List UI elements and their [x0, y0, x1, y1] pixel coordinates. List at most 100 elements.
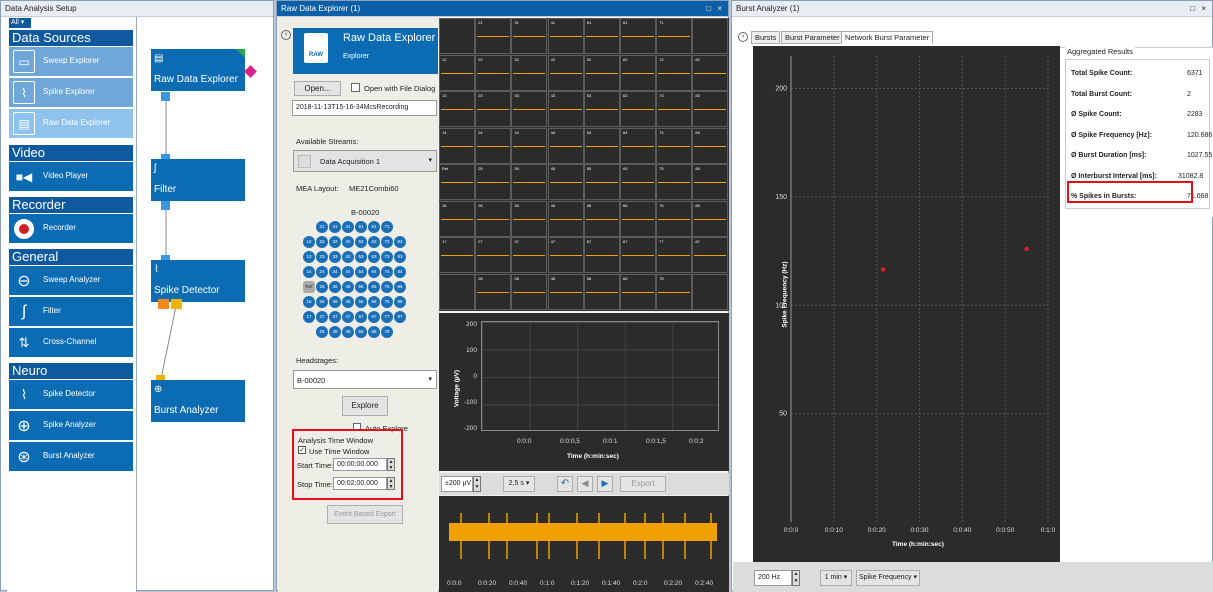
channel-cell[interactable]: 54 — [583, 127, 620, 164]
channel-cell[interactable]: 23 — [475, 91, 512, 127]
channel-cell[interactable]: 83 — [692, 91, 729, 127]
undo-button[interactable]: ↶ — [557, 476, 573, 492]
electrode[interactable]: 85 — [394, 281, 406, 293]
electrode[interactable]: 75 — [381, 281, 393, 293]
electrode[interactable]: 58 — [355, 326, 367, 338]
electrode[interactable]: 21 — [316, 221, 328, 233]
electrode[interactable]: 45 — [342, 281, 354, 293]
channel-cell[interactable] — [439, 18, 475, 54]
collapse-arrow-icon[interactable]: ‹ — [281, 30, 291, 40]
channel-cell[interactable]: 41 — [547, 18, 584, 54]
electrode[interactable]: 23 — [316, 251, 328, 263]
tab-bursts[interactable]: Bursts — [751, 31, 781, 44]
channel-cell[interactable]: 36 — [511, 200, 548, 237]
frequency-field[interactable]: 200 Hz — [754, 570, 792, 586]
electrode[interactable]: 33 — [329, 251, 341, 263]
file-name-field[interactable]: 2018-11-13T15-16-34McsRecording — [292, 100, 437, 116]
channel-cell[interactable]: 35 — [511, 164, 548, 200]
electrode[interactable]: 13 — [303, 251, 315, 263]
electrode[interactable]: 34 — [329, 266, 341, 278]
channel-cell[interactable]: 48 — [547, 273, 584, 310]
channel-cell[interactable]: 52 — [583, 54, 620, 91]
electrode[interactable]: 35 — [329, 281, 341, 293]
channel-cell[interactable]: 75 — [656, 164, 693, 200]
electrode[interactable]: 36 — [329, 296, 341, 308]
channel-cell[interactable]: 72 — [656, 54, 693, 91]
electrode[interactable]: 52 — [355, 236, 367, 248]
electrode[interactable]: 82 — [394, 236, 406, 248]
workflow-node-spike-detector[interactable]: ⌇ Spike Detector — [151, 260, 245, 302]
electrode[interactable]: 17 — [303, 311, 315, 323]
electrode[interactable]: 87 — [394, 311, 406, 323]
channel-cell[interactable]: 34 — [511, 127, 548, 164]
channel-cell[interactable]: 78 — [656, 273, 693, 310]
stop-time-field[interactable]: 00:02:00.000 — [333, 477, 387, 490]
electrode[interactable]: 56 — [355, 296, 367, 308]
channel-cell[interactable]: 56 — [583, 200, 620, 237]
electrode[interactable]: 83 — [394, 251, 406, 263]
channel-cell[interactable]: 55 — [583, 164, 620, 200]
electrode[interactable]: 78 — [381, 326, 393, 338]
channel-cell[interactable]: 44 — [547, 127, 584, 164]
electrode[interactable]: 42 — [342, 236, 354, 248]
channel-cell[interactable]: 43 — [547, 91, 584, 127]
node-output-port[interactable] — [161, 92, 170, 101]
electrode[interactable]: 31 — [329, 221, 341, 233]
channel-cell[interactable]: 86 — [692, 200, 729, 237]
electrode[interactable]: 67 — [368, 311, 380, 323]
channel-cell[interactable]: 42 — [547, 54, 584, 91]
open-with-dialog-checkbox[interactable] — [351, 83, 360, 92]
electrode[interactable]: 26 — [316, 296, 328, 308]
start-time-field[interactable]: 00:00:00.000 — [333, 458, 387, 471]
event-based-export-button[interactable]: Event Based Export — [327, 505, 403, 524]
electrode[interactable]: 27 — [316, 311, 328, 323]
next-button[interactable]: ▶ — [597, 476, 613, 492]
channel-cell[interactable]: 12 — [439, 54, 475, 91]
channel-cell[interactable]: 87 — [692, 237, 729, 273]
channel-cell[interactable]: 24 — [475, 127, 512, 164]
channel-cell[interactable]: 51 — [583, 18, 620, 54]
channel-cell[interactable]: 38 — [511, 273, 548, 310]
channel-cell[interactable]: 77 — [656, 237, 693, 273]
electrode[interactable]: 74 — [381, 266, 393, 278]
duration-select[interactable]: 2,5 s ▾ — [503, 476, 535, 492]
channel-cell[interactable]: 53 — [583, 91, 620, 127]
electrode[interactable]: 43 — [342, 251, 354, 263]
frequency-spinner[interactable]: ▲ ▼ — [792, 570, 800, 586]
previous-button[interactable]: ◀ — [577, 476, 593, 492]
node-output-port[interactable] — [161, 201, 170, 210]
channel-cell[interactable]: 37 — [511, 237, 548, 273]
electrode-ref[interactable]: Ref — [303, 281, 315, 293]
electrode[interactable]: 73 — [381, 251, 393, 263]
channel-cell[interactable]: 33 — [511, 91, 548, 127]
electrode[interactable]: 66 — [368, 296, 380, 308]
headstage-select[interactable]: B-00020 ▾ — [293, 370, 437, 389]
range-spinner[interactable]: ▲ ▼ — [473, 476, 481, 492]
electrode[interactable]: 38 — [329, 326, 341, 338]
electrode[interactable]: 61 — [368, 221, 380, 233]
channel-cell[interactable] — [692, 18, 729, 54]
explore-button[interactable]: Explore — [342, 396, 388, 416]
channel-cell[interactable]: 73 — [656, 91, 693, 127]
channel-cell[interactable]: 47 — [547, 237, 584, 273]
channel-cell[interactable]: 68 — [620, 273, 656, 310]
tab-burst-parameter[interactable]: Burst Parameter — [781, 31, 844, 44]
electrode[interactable]: 65 — [368, 281, 380, 293]
channel-cell[interactable]: 28 — [475, 273, 512, 310]
metric-select[interactable]: Spike Frequency ▾ — [856, 570, 920, 586]
electrode[interactable]: 41 — [342, 221, 354, 233]
window-controls-icon[interactable]: □ × — [1190, 1, 1208, 17]
electrode[interactable]: 22 — [316, 236, 328, 248]
channel-cell[interactable]: 22 — [475, 54, 512, 91]
channel-cell[interactable]: 74 — [656, 127, 693, 164]
electrode[interactable]: 53 — [355, 251, 367, 263]
electrode[interactable]: 84 — [394, 266, 406, 278]
channel-cell[interactable]: 32 — [511, 54, 548, 91]
workflow-node-raw-data-explorer[interactable]: ▤ Raw Data Explorer — [151, 49, 245, 91]
channel-cell[interactable]: 26 — [475, 200, 512, 237]
channel-cell[interactable]: 76 — [656, 200, 693, 237]
channel-cell[interactable]: 61 — [620, 18, 656, 54]
channel-cell[interactable]: 71 — [656, 18, 693, 54]
electrode[interactable]: 46 — [342, 296, 354, 308]
electrode[interactable]: 12 — [303, 236, 315, 248]
